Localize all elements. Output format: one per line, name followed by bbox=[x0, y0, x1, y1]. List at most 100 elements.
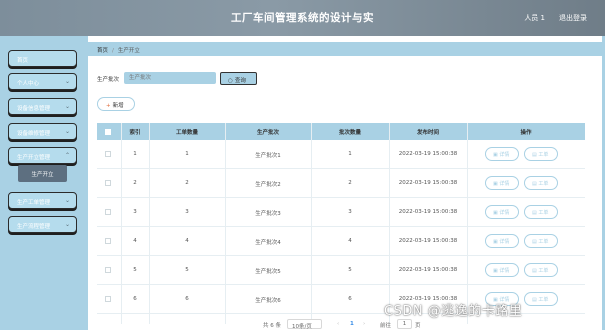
cell-batch: 生产批次1 bbox=[255, 153, 281, 159]
detail-button-label: 详情 bbox=[499, 239, 510, 245]
logout-link[interactable]: 退出登录 bbox=[559, 13, 587, 23]
pagination: 共 6 条 10条/页 ‹ 1 › 前往 1 页 bbox=[88, 319, 602, 330]
detail-button-label: 详情 bbox=[499, 152, 510, 158]
sidebar-item-label: 生产开立管理 bbox=[17, 155, 51, 161]
cell-batch: 生产批次3 bbox=[255, 211, 281, 217]
main-content: 首页 /生产开立 生产批次 ○查询 +新增 索引 工单数量 生产批次 批次数量 发… bbox=[88, 36, 602, 330]
sidebar-item-label: 设备维修管理 bbox=[17, 131, 51, 137]
breadcrumb: 首页 / 生产开立 bbox=[88, 42, 602, 56]
work-order-button[interactable]: ▤ 工单 bbox=[524, 234, 558, 248]
cell-index: 4 bbox=[133, 238, 137, 244]
chevron-down-icon: ⌄ bbox=[64, 221, 70, 228]
cell-index: 3 bbox=[133, 209, 137, 215]
column-header: 操作 bbox=[520, 130, 532, 136]
cell-order-qty: 4 bbox=[185, 238, 189, 244]
detail-button[interactable]: ▣ 详情 bbox=[485, 176, 519, 190]
column-header: 索引 bbox=[129, 130, 141, 136]
row-checkbox[interactable] bbox=[105, 151, 111, 157]
breadcrumb-separator: / bbox=[112, 48, 114, 54]
sidebar-item-equipment-info[interactable]: 设备信息管理 ⌄ bbox=[8, 98, 77, 115]
sidebar-item-work-orders[interactable]: 生产工单管理 ⌄ bbox=[8, 192, 77, 209]
table-row: 2 2 生产批次2 2 2022-03-19 15:00:38 ▣ 详情 ▤ 工单 bbox=[97, 169, 585, 198]
cell-batch: 生产批次4 bbox=[255, 240, 281, 246]
goto-unit: 页 bbox=[415, 323, 421, 329]
cell-time: 2022-03-19 15:00:38 bbox=[398, 209, 458, 215]
sidebar-item-label: 生产工单管理 bbox=[17, 200, 51, 206]
sidebar-item-equipment-repair[interactable]: 设备维修管理 ⌄ bbox=[8, 123, 77, 140]
cell-batch: 生产批次2 bbox=[255, 182, 281, 188]
cell-batch-qty: 5 bbox=[348, 267, 352, 273]
row-checkbox[interactable] bbox=[105, 180, 111, 186]
work-order-button[interactable]: ▤ 工单 bbox=[524, 292, 558, 306]
detail-button-label: 详情 bbox=[499, 268, 510, 274]
search-button[interactable]: ○ 查询 bbox=[220, 72, 257, 85]
goto-page-input[interactable]: 1 bbox=[397, 319, 412, 329]
sidebar-item-label: 设备信息管理 bbox=[17, 106, 51, 112]
sidebar-item-production-open[interactable]: 生产开立管理 ⌃ bbox=[8, 147, 77, 164]
next-page-button[interactable]: › bbox=[363, 321, 365, 327]
cell-order-qty: 5 bbox=[185, 267, 189, 273]
search-button-label: 查询 bbox=[234, 78, 246, 84]
row-checkbox[interactable] bbox=[105, 267, 111, 273]
work-order-button-label: 工单 bbox=[538, 152, 549, 158]
watermark: CSDN @逃逸的卡路里 bbox=[384, 304, 523, 319]
detail-button[interactable]: ▣ 详情 bbox=[485, 234, 519, 248]
work-order-button-label: 工单 bbox=[538, 210, 549, 216]
cell-index: 5 bbox=[133, 267, 137, 273]
row-checkbox[interactable] bbox=[105, 238, 111, 244]
top-header: 工厂车间管理系统的设计与实 人员 1 退出登录 bbox=[0, 0, 605, 36]
work-order-button[interactable]: ▤ 工单 bbox=[524, 263, 558, 277]
search-label: 生产批次 bbox=[97, 77, 120, 83]
table-row: 5 5 生产批次5 5 2022-03-19 15:00:38 ▣ 详情 ▤ 工单 bbox=[97, 256, 585, 285]
work-order-button-label: 工单 bbox=[538, 268, 549, 274]
current-user[interactable]: 人员 1 bbox=[524, 13, 545, 23]
cell-index: 2 bbox=[133, 180, 137, 186]
search-input[interactable] bbox=[124, 72, 216, 84]
work-order-button[interactable]: ▤ 工单 bbox=[524, 147, 558, 161]
sidebar-item-home[interactable]: 首页 bbox=[8, 50, 77, 67]
sidebar-item-label: 个人中心 bbox=[17, 81, 40, 87]
table-row: 3 3 生产批次3 3 2022-03-19 15:00:38 ▣ 详情 ▤ 工单 bbox=[97, 198, 585, 227]
work-order-button-label: 工单 bbox=[538, 239, 549, 245]
cell-batch-qty: 2 bbox=[348, 180, 352, 186]
add-button-label: 新增 bbox=[112, 103, 124, 109]
detail-button[interactable]: ▣ 详情 bbox=[485, 147, 519, 161]
chevron-down-icon: ⌄ bbox=[64, 128, 70, 135]
cell-order-qty: 6 bbox=[185, 296, 189, 302]
app-title: 工厂车间管理系统的设计与实 bbox=[231, 12, 374, 24]
select-all-checkbox[interactable] bbox=[105, 129, 111, 135]
work-order-button[interactable]: ▤ 工单 bbox=[524, 205, 558, 219]
cell-time: 2022-03-19 15:00:38 bbox=[398, 238, 458, 244]
table-header: 索引 工单数量 生产批次 批次数量 发布时间 操作 bbox=[97, 123, 585, 140]
plus-icon: + bbox=[106, 103, 111, 109]
sidebar-item-label: 首页 bbox=[17, 58, 29, 64]
cell-batch: 生产批次6 bbox=[255, 298, 281, 304]
cell-index: 1 bbox=[133, 151, 137, 157]
detail-button[interactable]: ▣ 详情 bbox=[485, 205, 519, 219]
search-icon: ○ bbox=[228, 78, 233, 84]
column-header: 发布时间 bbox=[416, 130, 439, 136]
column-header: 批次数量 bbox=[338, 130, 361, 136]
cell-index: 6 bbox=[133, 296, 137, 302]
submenu-item-production-open[interactable]: 生产开立 bbox=[18, 165, 67, 182]
table-row: 4 4 生产批次4 4 2022-03-19 15:00:38 ▣ 详情 ▤ 工单 bbox=[97, 227, 585, 256]
cell-batch-qty: 4 bbox=[348, 238, 352, 244]
work-order-button[interactable]: ▤ 工单 bbox=[524, 176, 558, 190]
goto-label: 前往 bbox=[380, 323, 392, 329]
breadcrumb-current: 生产开立 bbox=[117, 48, 140, 54]
cell-time: 2022-03-19 15:00:38 bbox=[398, 267, 458, 273]
cell-batch-qty: 3 bbox=[348, 209, 352, 215]
add-button[interactable]: + 新增 bbox=[97, 97, 135, 111]
breadcrumb-home[interactable]: 首页 bbox=[97, 48, 108, 54]
sidebar-item-personal-center[interactable]: 个人中心 ⌄ bbox=[8, 73, 77, 90]
row-checkbox[interactable] bbox=[105, 296, 111, 302]
page-number[interactable]: 1 bbox=[350, 321, 354, 327]
sidebar-item-process[interactable]: 生产流程管理 ⌄ bbox=[8, 216, 77, 233]
chevron-down-icon: ⌄ bbox=[64, 78, 70, 85]
column-header: 工单数量 bbox=[175, 130, 198, 136]
page-size-select[interactable]: 10条/页 bbox=[287, 319, 322, 330]
prev-page-button[interactable]: ‹ bbox=[337, 321, 339, 327]
row-checkbox[interactable] bbox=[105, 209, 111, 215]
detail-button[interactable]: ▣ 详情 bbox=[485, 263, 519, 277]
column-header: 生产批次 bbox=[256, 130, 279, 136]
